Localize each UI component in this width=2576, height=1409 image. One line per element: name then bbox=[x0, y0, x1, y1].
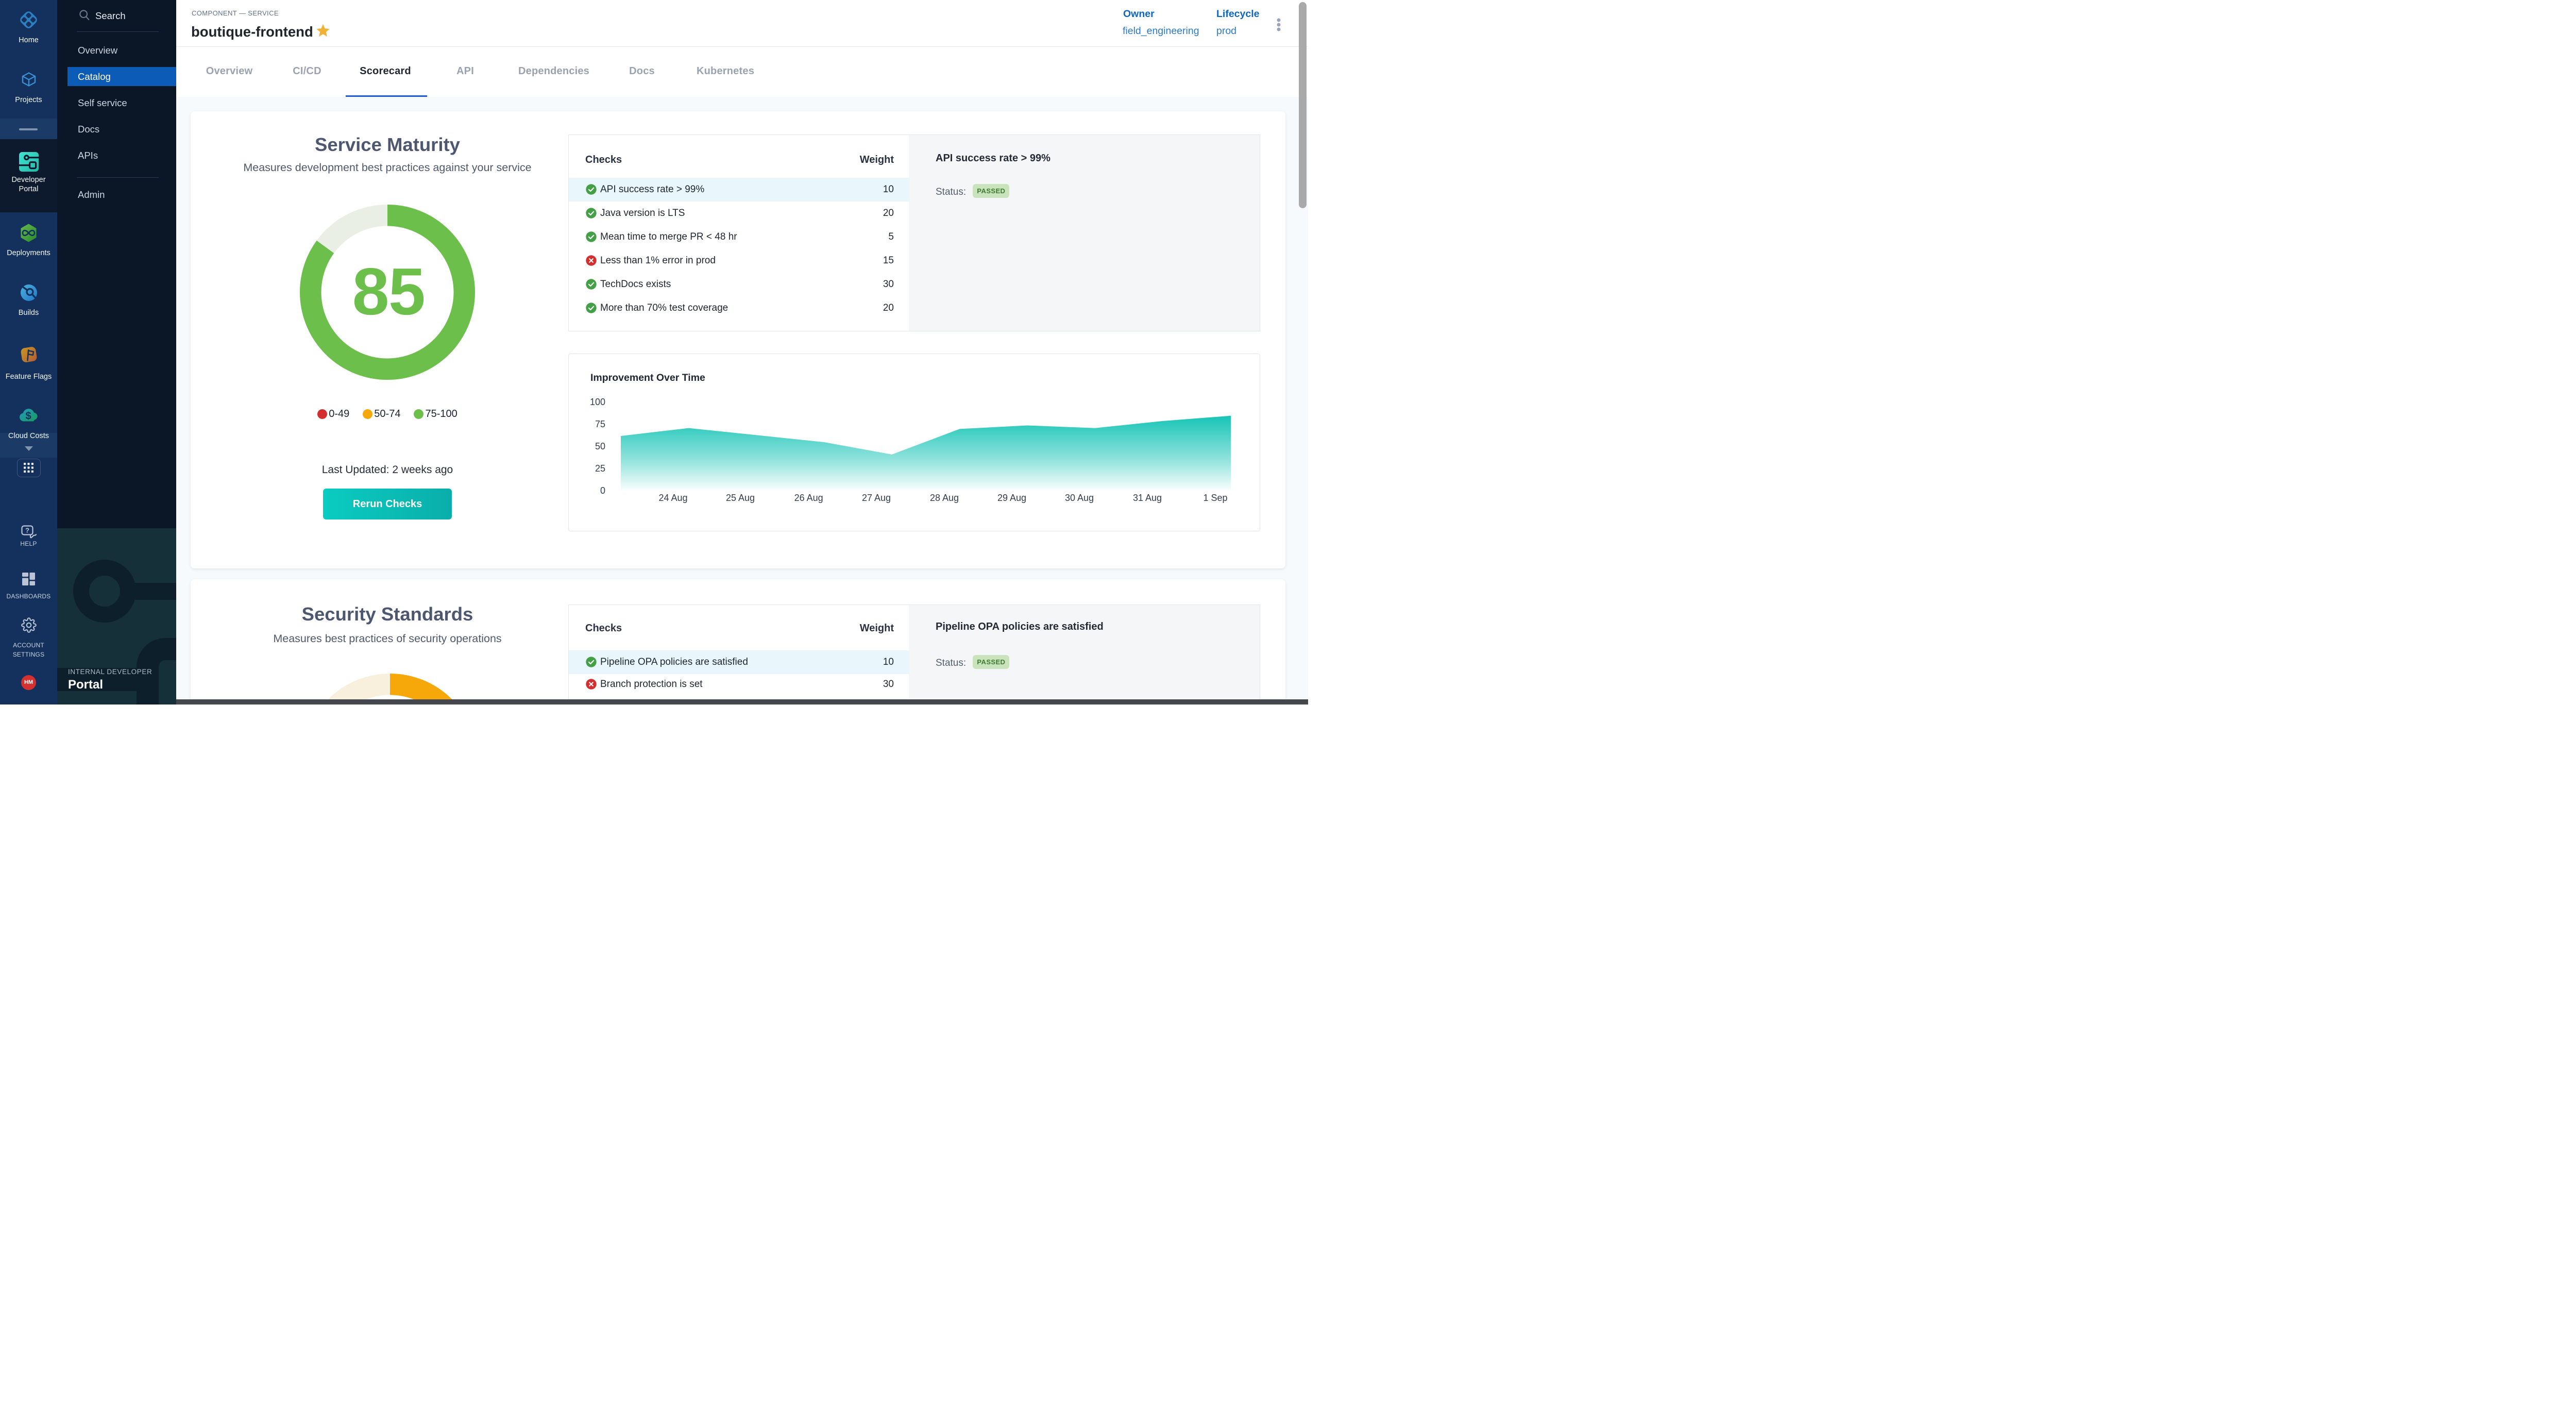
svg-text:$: $ bbox=[25, 411, 31, 422]
svg-text:?: ? bbox=[25, 527, 29, 534]
